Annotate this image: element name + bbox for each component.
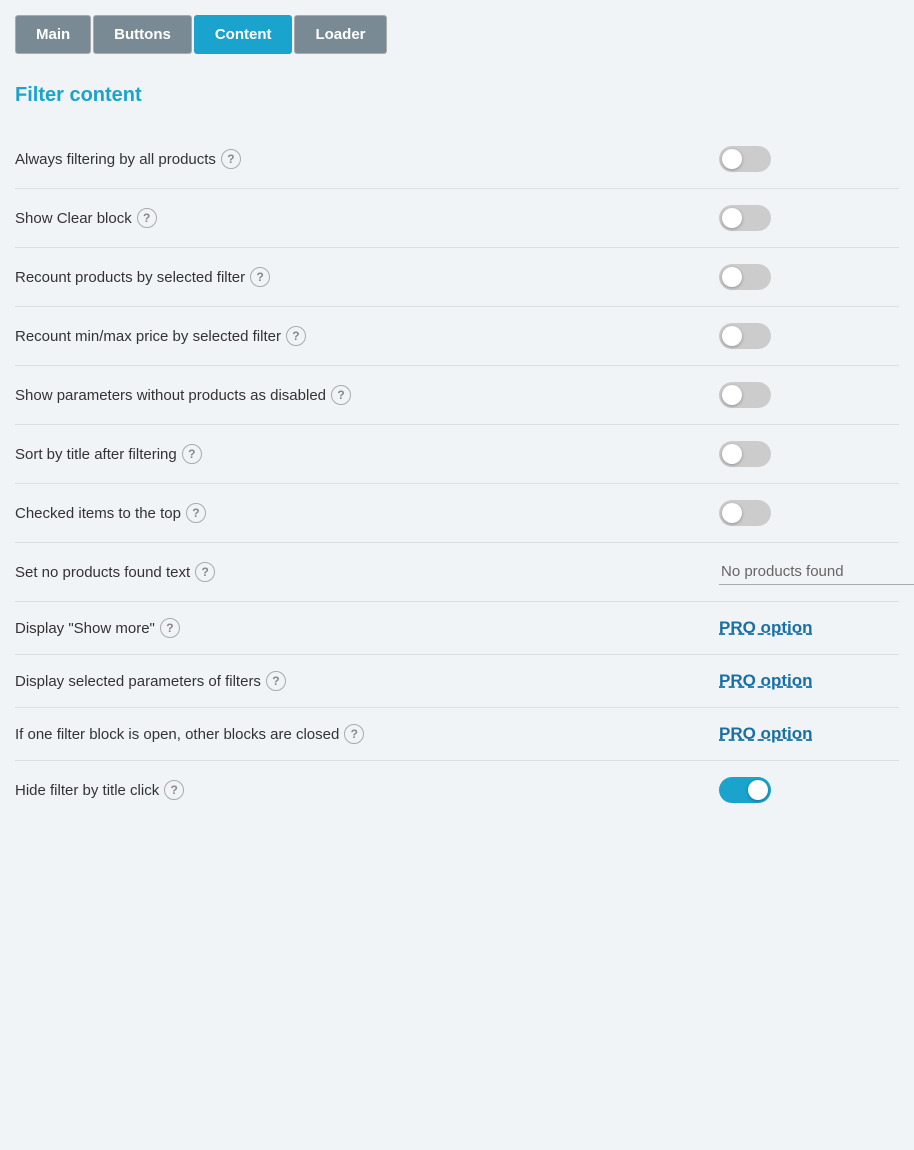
main-container: MainButtonsContentLoader Filter content … <box>15 15 899 817</box>
row-control-hide-filter-title <box>699 777 899 803</box>
divider-2 <box>15 306 899 307</box>
tabs-bar: MainButtonsContentLoader <box>15 15 899 54</box>
toggle-thumb-always-filtering <box>722 149 742 169</box>
toggle-thumb-show-clear-block <box>722 208 742 228</box>
help-icon-show-clear-block[interactable]: ? <box>137 208 157 228</box>
divider-10 <box>15 760 899 761</box>
divider-7 <box>15 601 899 602</box>
settings-rows: Always filtering by all products?Show Cl… <box>15 132 899 817</box>
toggle-checked-items-top[interactable] <box>719 500 771 526</box>
tab-content[interactable]: Content <box>194 15 293 54</box>
divider-5 <box>15 483 899 484</box>
row-display-show-more: Display "Show more"? PRO option <box>15 604 899 652</box>
row-label-hide-filter-title: Hide filter by title click? <box>15 780 699 800</box>
label-text-show-params-disabled: Show parameters without products as disa… <box>15 387 326 404</box>
row-label-always-filtering: Always filtering by all products? <box>15 149 699 169</box>
divider-8 <box>15 654 899 655</box>
divider-0 <box>15 188 899 189</box>
row-control-checked-items-top <box>699 500 899 526</box>
divider-4 <box>15 424 899 425</box>
toggle-show-params-disabled[interactable] <box>719 382 771 408</box>
row-control-display-selected-params: PRO option <box>699 671 899 691</box>
row-control-show-clear-block <box>699 205 899 231</box>
help-icon-display-show-more[interactable]: ? <box>160 618 180 638</box>
row-label-one-filter-open: If one filter block is open, other block… <box>15 724 699 744</box>
label-text-one-filter-open: If one filter block is open, other block… <box>15 726 339 743</box>
label-text-display-selected-params: Display selected parameters of filters <box>15 673 261 690</box>
label-text-recount-minmax: Recount min/max price by selected filter <box>15 328 281 345</box>
toggle-recount-minmax[interactable] <box>719 323 771 349</box>
help-icon-checked-items-top[interactable]: ? <box>186 503 206 523</box>
row-label-recount-products: Recount products by selected filter? <box>15 267 699 287</box>
tab-buttons[interactable]: Buttons <box>93 15 192 54</box>
row-one-filter-open: If one filter block is open, other block… <box>15 710 899 758</box>
label-text-always-filtering: Always filtering by all products <box>15 151 216 168</box>
tab-main[interactable]: Main <box>15 15 91 54</box>
section-title: Filter content <box>15 84 899 107</box>
row-always-filtering: Always filtering by all products? <box>15 132 899 186</box>
help-icon-display-selected-params[interactable]: ? <box>266 671 286 691</box>
toggle-thumb-recount-products <box>722 267 742 287</box>
divider-3 <box>15 365 899 366</box>
row-label-show-params-disabled: Show parameters without products as disa… <box>15 385 699 405</box>
row-recount-minmax: Recount min/max price by selected filter… <box>15 309 899 363</box>
row-label-no-products-text: Set no products found text? <box>15 562 699 582</box>
toggle-recount-products[interactable] <box>719 264 771 290</box>
toggle-thumb-show-params-disabled <box>722 385 742 405</box>
row-display-selected-params: Display selected parameters of filters? P… <box>15 657 899 705</box>
row-label-show-clear-block: Show Clear block? <box>15 208 699 228</box>
help-icon-always-filtering[interactable]: ? <box>221 149 241 169</box>
row-control-one-filter-open: PRO option <box>699 724 899 744</box>
row-label-checked-items-top: Checked items to the top? <box>15 503 699 523</box>
row-hide-filter-title: Hide filter by title click? <box>15 763 899 817</box>
label-text-checked-items-top: Checked items to the top <box>15 505 181 522</box>
row-show-clear-block: Show Clear block? <box>15 191 899 245</box>
row-label-sort-by-title: Sort by title after filtering? <box>15 444 699 464</box>
row-control-show-params-disabled <box>699 382 899 408</box>
row-label-recount-minmax: Recount min/max price by selected filter… <box>15 326 699 346</box>
tab-loader[interactable]: Loader <box>294 15 386 54</box>
pro-option-one-filter-open[interactable]: PRO option <box>719 724 812 744</box>
help-icon-show-params-disabled[interactable]: ? <box>331 385 351 405</box>
row-show-params-disabled: Show parameters without products as disa… <box>15 368 899 422</box>
divider-9 <box>15 707 899 708</box>
pro-option-display-selected-params[interactable]: PRO option <box>719 671 812 691</box>
label-text-sort-by-title: Sort by title after filtering <box>15 446 177 463</box>
toggle-thumb-sort-by-title <box>722 444 742 464</box>
row-control-recount-products <box>699 264 899 290</box>
row-recount-products: Recount products by selected filter? <box>15 250 899 304</box>
divider-6 <box>15 542 899 543</box>
label-text-recount-products: Recount products by selected filter <box>15 269 245 286</box>
help-icon-recount-minmax[interactable]: ? <box>286 326 306 346</box>
toggle-thumb-recount-minmax <box>722 326 742 346</box>
row-control-display-show-more: PRO option <box>699 618 899 638</box>
help-icon-recount-products[interactable]: ? <box>250 267 270 287</box>
row-no-products-text: Set no products found text? <box>15 545 899 599</box>
help-icon-no-products-text[interactable]: ? <box>195 562 215 582</box>
label-text-show-clear-block: Show Clear block <box>15 210 132 227</box>
row-control-recount-minmax <box>699 323 899 349</box>
label-text-no-products-text: Set no products found text <box>15 564 190 581</box>
label-text-display-show-more: Display "Show more" <box>15 620 155 637</box>
row-label-display-selected-params: Display selected parameters of filters? <box>15 671 699 691</box>
help-icon-sort-by-title[interactable]: ? <box>182 444 202 464</box>
divider-1 <box>15 247 899 248</box>
text-input-no-products-text[interactable] <box>719 559 914 585</box>
toggle-show-clear-block[interactable] <box>719 205 771 231</box>
row-label-display-show-more: Display "Show more"? <box>15 618 699 638</box>
pro-option-display-show-more[interactable]: PRO option <box>719 618 812 638</box>
row-checked-items-top: Checked items to the top? <box>15 486 899 540</box>
row-sort-by-title: Sort by title after filtering? <box>15 427 899 481</box>
toggle-hide-filter-title[interactable] <box>719 777 771 803</box>
help-icon-one-filter-open[interactable]: ? <box>344 724 364 744</box>
help-icon-hide-filter-title[interactable]: ? <box>164 780 184 800</box>
row-control-no-products-text <box>699 559 899 585</box>
row-control-sort-by-title <box>699 441 899 467</box>
row-control-always-filtering <box>699 146 899 172</box>
toggle-thumb-checked-items-top <box>722 503 742 523</box>
toggle-thumb-hide-filter-title <box>748 780 768 800</box>
toggle-sort-by-title[interactable] <box>719 441 771 467</box>
label-text-hide-filter-title: Hide filter by title click <box>15 782 159 799</box>
toggle-always-filtering[interactable] <box>719 146 771 172</box>
